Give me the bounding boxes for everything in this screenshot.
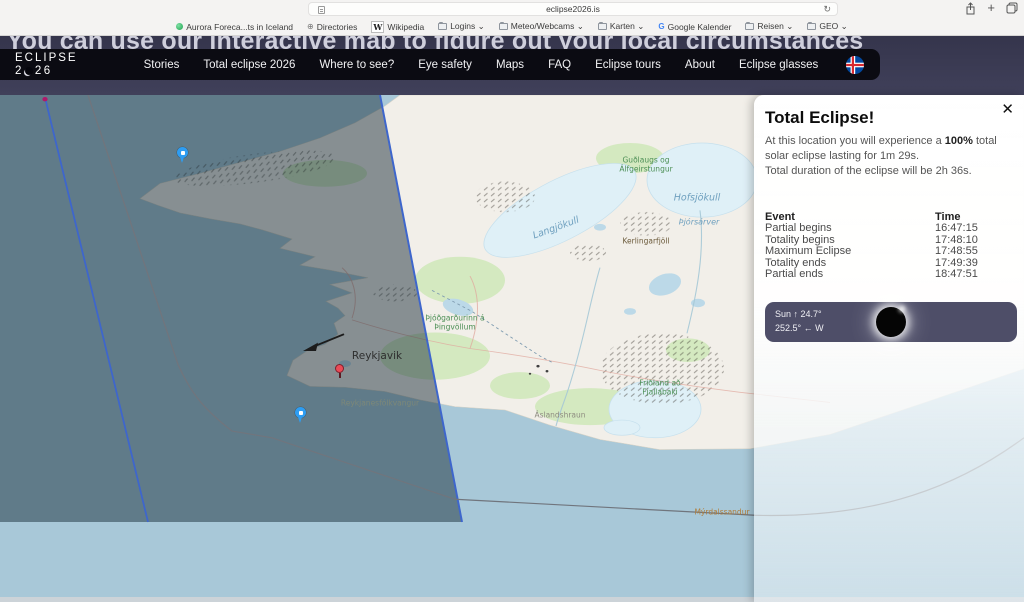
- tab-overview-icon[interactable]: [1006, 2, 1018, 14]
- folder-icon: [499, 23, 508, 30]
- bookmark-folder-geo[interactable]: GEO ⌄: [807, 21, 847, 32]
- table-row: Partial begins16:47:15: [765, 223, 1017, 235]
- nav-item-eye-safety[interactable]: Eye safety: [418, 59, 472, 71]
- bookmark-google-kalender[interactable]: GGoogle Kalender: [658, 22, 731, 32]
- panel-description: At this location you will experience a 1…: [765, 134, 1015, 164]
- browser-toolbar: eclipse2026.is ↻ +: [0, 0, 1024, 18]
- panel-duration: Total duration of the eclipse will be 2h…: [765, 164, 1015, 179]
- bookmark-folder-karten[interactable]: Karten ⌄: [598, 21, 645, 32]
- nav-item-eclipse-tours[interactable]: Eclipse tours: [595, 59, 661, 71]
- site-navbar: ECLIPSE 226 Stories Total eclipse 2026 W…: [0, 49, 880, 80]
- globe-icon: ⊕: [307, 22, 314, 31]
- nav-item-faq[interactable]: FAQ: [548, 59, 571, 71]
- aurora-icon: [176, 23, 183, 30]
- table-row: Partial ends18:47:51: [765, 269, 1017, 281]
- browser-chrome: eclipse2026.is ↻ + Aurora Foreca...ts in…: [0, 0, 1024, 36]
- panel-title: Total Eclipse!: [765, 108, 1013, 128]
- nav-item-eclipse-glasses[interactable]: Eclipse glasses: [739, 59, 818, 71]
- wikipedia-icon: W: [371, 21, 384, 33]
- nav-item-total-eclipse-2026[interactable]: Total eclipse 2026: [203, 59, 295, 71]
- total-eclipse-corona-image: [876, 307, 906, 337]
- map-pin-snaefellsnes[interactable]: [177, 147, 188, 158]
- nav-item-about[interactable]: About: [685, 59, 715, 71]
- eclipse-info-panel: ✕ Total Eclipse! At this location you wi…: [754, 95, 1024, 602]
- table-row: Maximum Eclipse17:48:55: [765, 246, 1017, 258]
- url-text: eclipse2026.is: [546, 4, 600, 14]
- close-icon[interactable]: ✕: [1001, 102, 1014, 117]
- nav-item-maps[interactable]: Maps: [496, 59, 524, 71]
- reload-icon[interactable]: ↻: [823, 4, 831, 15]
- event-times-table: Event Time Partial begins16:47:15 Totali…: [765, 212, 1017, 281]
- folder-icon: [438, 23, 447, 30]
- bookmark-folder-logins[interactable]: Logins ⌄: [438, 21, 485, 32]
- address-bar[interactable]: eclipse2026.is ↻: [308, 2, 838, 16]
- bookmark-wikipedia[interactable]: WWikipedia: [371, 21, 424, 33]
- iceland-flag-icon[interactable]: [846, 56, 864, 74]
- nav-item-stories[interactable]: Stories: [144, 59, 180, 71]
- share-icon[interactable]: [965, 2, 976, 15]
- bookmark-folder-reisen[interactable]: Reisen ⌄: [745, 21, 793, 32]
- sun-position-bar: Sun ↑ 24.7° 252.5° ← W: [765, 302, 1017, 342]
- eclipse-logo-icon: [25, 67, 33, 75]
- bookmark-aurora[interactable]: Aurora Foreca...ts in Iceland: [176, 22, 293, 32]
- folder-icon: [745, 23, 754, 30]
- sun-position-text: Sun ↑ 24.7° 252.5° ← W: [775, 308, 824, 334]
- google-icon: G: [658, 22, 664, 31]
- new-tab-icon[interactable]: +: [987, 1, 995, 15]
- site-logo[interactable]: ECLIPSE 226: [15, 52, 78, 76]
- selected-location-pin[interactable]: [335, 364, 344, 373]
- map-pin-reykjanes[interactable]: [295, 407, 306, 418]
- bookmark-folder-meteo[interactable]: Meteo/Webcams ⌄: [499, 21, 584, 32]
- nav-item-where-to-see[interactable]: Where to see?: [319, 59, 394, 71]
- path-node-dot[interactable]: [42, 97, 47, 101]
- reader-icon[interactable]: [318, 6, 325, 14]
- folder-icon: [598, 23, 607, 30]
- bookmarks-bar: Aurora Foreca...ts in Iceland ⊕Directori…: [0, 18, 1024, 35]
- folder-icon: [807, 23, 816, 30]
- bookmark-directories[interactable]: ⊕Directories: [307, 22, 357, 32]
